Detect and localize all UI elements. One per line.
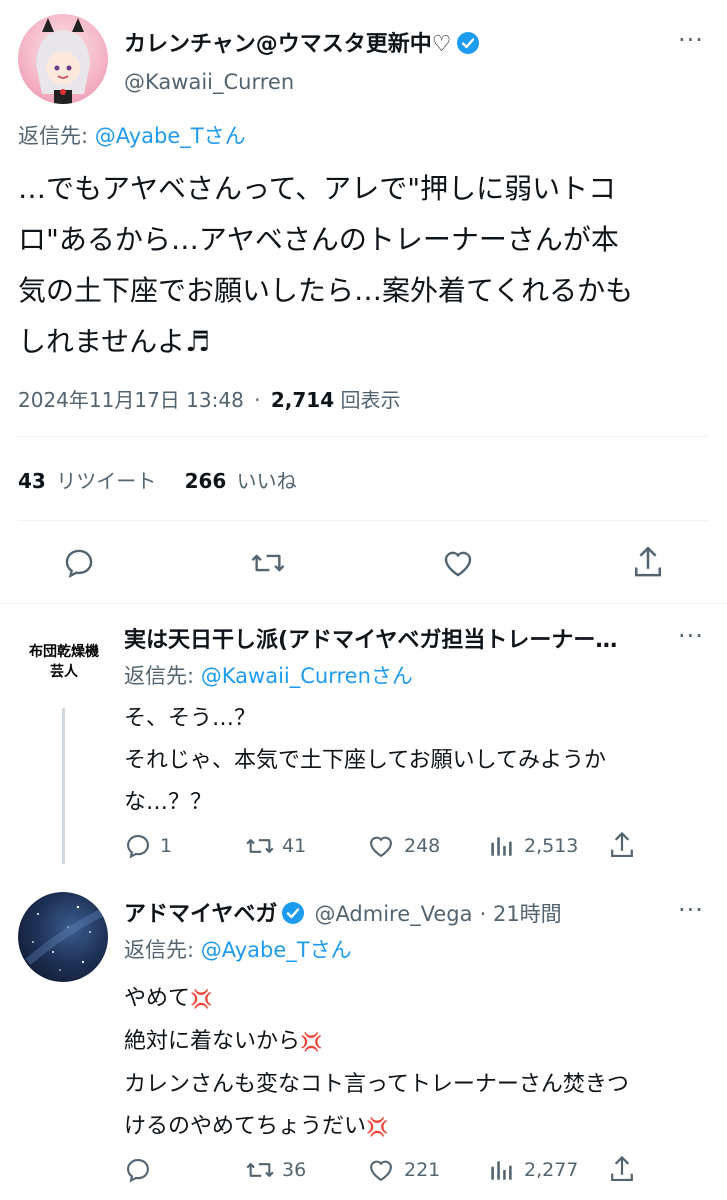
verified-badge-icon <box>281 901 305 925</box>
reply-icon[interactable] <box>62 546 96 580</box>
share-icon[interactable] <box>631 544 665 580</box>
main-timestamp-row: 2024年11月17日 13:48 · 2,714 回表示 <box>18 384 401 413</box>
reply-to-prefix: 返信先: <box>124 938 201 962</box>
main-text-line: ロ"あるから…アヤベさんのトレーナーさんが本 <box>18 223 619 256</box>
more-options-icon[interactable]: ··· <box>678 896 704 924</box>
like-heart-icon[interactable] <box>440 546 476 580</box>
reply1-avatar[interactable]: 布団乾燥機 芸人 <box>18 624 110 702</box>
view-count: 2,277 <box>524 1159 579 1181</box>
avatar-text: 芸人 <box>50 664 78 680</box>
main-text-line: 気の土下座でお願いしたら…案外着てくれるかも <box>18 274 634 307</box>
engagement-stats: 43 リツイート 266 いいね <box>18 465 297 494</box>
reply1-retweet-button[interactable]: 41 <box>244 832 306 860</box>
like-count: 248 <box>404 835 441 857</box>
main-author-row: カレンチャン@ウマスタ更新中♡ <box>124 26 480 58</box>
view-count-label: 回表示 <box>340 388 401 412</box>
divider <box>18 520 708 521</box>
retweet-count[interactable]: 43 <box>18 469 46 493</box>
anger-emoji-icon: 💢 <box>366 1117 389 1138</box>
reply2-handle[interactable]: @Admire_Vega <box>314 902 472 926</box>
view-count: 2,714 <box>270 388 335 412</box>
retweet-icon <box>246 839 274 853</box>
anger-emoji-icon: 💢 <box>190 989 213 1010</box>
retweet-label[interactable]: リツイート <box>56 469 156 493</box>
reply-to-prefix: 返信先: <box>124 664 201 688</box>
reply1-reply-to: 返信先: @Kawaii_Currenさん <box>124 660 413 690</box>
reply2-reply-to: 返信先: @Ayabe_Tさん <box>124 934 352 964</box>
reply-icon <box>127 1159 149 1183</box>
reply-text-line: カレンさんも変なコト言ってトレーナーさん焚きつ <box>124 1072 629 1097</box>
views-bar-chart-icon <box>491 1161 512 1180</box>
main-text-line: しれませんよ♬ <box>18 325 211 358</box>
reply-text-fragment: 絶対に着ないから <box>124 1029 301 1054</box>
reply1-views-button[interactable]: 2,513 <box>488 832 578 860</box>
reply2-text: やめて💢 絶対に着ないから💢 カレンさんも変なコト言ってトレーナーさん焚きつ け… <box>124 978 714 1149</box>
main-timestamp[interactable]: 2024年11月17日 13:48 <box>18 388 244 412</box>
reply-text-line: そ、そう…？ <box>124 706 257 731</box>
starry-sky-icon <box>25 905 105 971</box>
reply-text-line: それじゃ、本気で土下座してお願いしてみようか <box>124 748 607 773</box>
reply-count: 1 <box>160 835 173 857</box>
divider <box>18 436 708 437</box>
character-portrait-icon <box>36 18 90 104</box>
retweet-icon <box>246 1163 274 1177</box>
reply2-reply-button[interactable] <box>124 1156 152 1188</box>
reply2-avatar[interactable] <box>18 892 108 982</box>
reply-text-line: やめて💢 <box>124 978 714 1021</box>
retweet-count: 36 <box>282 1159 307 1181</box>
reply2-retweet-button[interactable]: 36 <box>244 1156 306 1184</box>
main-handle[interactable]: @Kawaii_Curren <box>124 70 294 94</box>
reply2-like-button[interactable]: 221 <box>366 1156 440 1184</box>
view-count: 2,513 <box>524 835 579 857</box>
reply1-reply-button[interactable]: 1 <box>124 832 172 860</box>
reply1-text: そ、そう…？ それじゃ、本気で土下座してお願いしてみようか な…？？ <box>124 698 714 824</box>
anger-emoji-icon: 💢 <box>300 1032 323 1053</box>
like-count: 221 <box>404 1159 441 1181</box>
reply-text-fragment: けるのやめてちょうだい <box>124 1114 367 1139</box>
reply1-share-icon[interactable] <box>608 830 636 864</box>
views-bar-chart-icon <box>491 837 512 856</box>
reply-icon <box>127 835 149 859</box>
main-reply-to: 返信先: @Ayabe_Tさん <box>18 120 246 150</box>
reply-text-line: 絶対に着ないから💢 <box>124 1021 714 1064</box>
reply-to-user-link[interactable]: @Kawaii_Currenさん <box>201 664 413 688</box>
more-options-icon[interactable]: ··· <box>678 622 704 650</box>
divider <box>0 603 727 604</box>
reply-to-user-link[interactable]: @Ayabe_Tさん <box>95 124 246 148</box>
main-tweet-text: …でもアヤベさんって、アレで"押しに弱いトコ ロ"あるから…アヤベさんのトレーナ… <box>18 163 718 367</box>
reply2-display-name[interactable]: アドマイヤベガ <box>124 902 277 927</box>
verified-badge-icon <box>456 31 480 55</box>
reply2-views-button[interactable]: 2,277 <box>488 1156 578 1184</box>
retweet-count: 41 <box>282 835 307 857</box>
reply-text-line: な…？？ <box>124 790 213 815</box>
reply-to-prefix: 返信先: <box>18 124 95 148</box>
thread-connector-line <box>62 708 65 864</box>
reply1-like-button[interactable]: 248 <box>366 832 440 860</box>
more-options-icon[interactable]: ··· <box>678 26 704 54</box>
reply1-display-name[interactable]: 実は天日干し派(アドマイヤベガ担当トレーナー… <box>124 622 674 654</box>
reply-text-fragment: やめて <box>124 986 191 1011</box>
avatar-text: 布団乾燥機 <box>29 644 99 660</box>
main-display-name[interactable]: カレンチャン@ウマスタ更新中♡ <box>124 32 452 57</box>
like-count[interactable]: 266 <box>185 469 227 493</box>
main-text-line: …でもアヤベさんって、アレで"押しに弱いトコ <box>18 172 617 205</box>
like-heart-icon <box>370 1160 392 1182</box>
reply-text-line: けるのやめてちょうだい💢 <box>124 1106 714 1149</box>
separator-dot: · <box>254 388 261 412</box>
like-label[interactable]: いいね <box>237 469 297 493</box>
reply-to-user-link[interactable]: @Ayabe_Tさん <box>201 938 352 962</box>
reply2-share-icon[interactable] <box>608 1154 636 1188</box>
reply2-author-row: アドマイヤベガ @Admire_Vega · 21時間 <box>124 896 562 928</box>
reply2-timestamp[interactable]: · 21時間 <box>480 902 562 926</box>
retweet-icon[interactable] <box>249 546 287 580</box>
like-heart-icon <box>370 836 392 858</box>
main-avatar[interactable] <box>18 14 108 104</box>
